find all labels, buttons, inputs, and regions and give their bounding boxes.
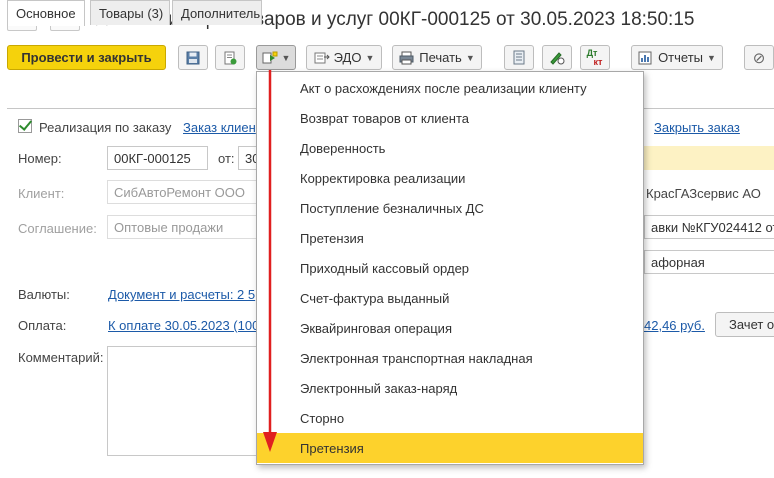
print-label: Печать xyxy=(419,50,462,65)
menu-item[interactable]: Электронная транспортная накладная xyxy=(257,343,643,373)
reports-button[interactable]: Отчеты ▼ xyxy=(631,45,723,70)
menu-item[interactable]: Возврат товаров от клиента xyxy=(257,103,643,133)
menu-item[interactable]: Доверенность xyxy=(257,133,643,163)
edit-history-button[interactable] xyxy=(542,45,572,70)
menu-item[interactable]: Акт о расхождениях после реализации клие… xyxy=(257,73,643,103)
post-button[interactable] xyxy=(215,45,245,70)
print-button[interactable]: Печать ▼ xyxy=(392,45,482,70)
edo-icon xyxy=(314,52,330,63)
post-and-close-button[interactable]: Провести и закрыть xyxy=(7,45,166,70)
tab-goods[interactable]: Товары (3) xyxy=(90,0,170,25)
contract-field[interactable]: авки №КГУ024412 от 1 xyxy=(644,215,774,239)
payment-label: Оплата: xyxy=(18,318,67,333)
menu-item[interactable]: Корректировка реализации xyxy=(257,163,643,193)
post-document-icon xyxy=(224,51,237,64)
client-field[interactable]: СибАвтоРемонт ООО xyxy=(107,180,262,204)
currency-link[interactable]: Документ и расчеты: 2 5 xyxy=(108,287,255,302)
menu-item[interactable]: Претензия xyxy=(257,223,643,253)
create-based-on-icon xyxy=(262,51,278,63)
agreement-label: Соглашение: xyxy=(18,221,97,236)
create-based-on-menu: Акт о расхождениях после реализации клие… xyxy=(256,71,644,465)
document-list-icon xyxy=(513,50,525,65)
comment-field[interactable] xyxy=(107,346,262,456)
offset-button[interactable]: Зачет о xyxy=(715,312,774,337)
menu-item[interactable]: Электронный заказ-наряд xyxy=(257,373,643,403)
by-order-label: Реализация по заказу xyxy=(39,120,172,135)
offset-label: Зачет о xyxy=(729,317,774,332)
tab-additional[interactable]: Дополнитель xyxy=(172,0,262,25)
post-and-close-label: Провести и закрыть xyxy=(21,50,152,65)
menu-item[interactable]: Сторно xyxy=(257,403,643,433)
warehouse-field[interactable]: афорная xyxy=(644,250,774,274)
attach-file-button[interactable]: ⊘ xyxy=(744,45,774,70)
tab-main-label: Основное xyxy=(16,6,76,21)
agreement-field[interactable]: Оптовые продажи xyxy=(107,215,262,239)
pen-clock-icon xyxy=(550,52,565,65)
paperclip-icon: ⊘ xyxy=(752,49,766,67)
edo-button[interactable]: ЭДО ▼ xyxy=(306,45,382,70)
kt-label: кт xyxy=(593,56,603,67)
document-list-button[interactable] xyxy=(504,45,534,70)
comment-label: Комментарий: xyxy=(18,350,104,365)
chevron-down-icon: ▼ xyxy=(707,52,716,63)
close-order-link[interactable]: Закрыть заказ xyxy=(654,120,740,135)
chevron-down-icon: ▼ xyxy=(365,52,375,63)
menu-item-selected[interactable]: Претензия xyxy=(257,433,643,463)
status-highlight xyxy=(644,146,774,170)
currency-label: Валюты: xyxy=(18,287,70,302)
payment-link[interactable]: К оплате 30.05.2023 (100 xyxy=(108,318,259,333)
chevron-down-icon: ▼ xyxy=(281,52,291,63)
menu-item[interactable]: Эквайринговая операция xyxy=(257,313,643,343)
menu-item[interactable]: Счет-фактура выданный xyxy=(257,283,643,313)
number-label: Номер: xyxy=(18,151,62,166)
printer-icon xyxy=(399,51,414,64)
payment-amount-link[interactable]: 42,46 руб. xyxy=(644,318,705,333)
edo-label: ЭДО xyxy=(333,50,362,65)
dt-kt-button[interactable]: Дт кт xyxy=(580,45,610,70)
report-icon xyxy=(638,51,652,64)
menu-item[interactable]: Приходный кассовый ордер xyxy=(257,253,643,283)
tab-main[interactable]: Основное xyxy=(7,0,85,26)
reports-label: Отчеты xyxy=(658,50,703,65)
create-based-on-button[interactable]: ▼ xyxy=(256,45,296,70)
number-field[interactable]: 00КГ-000125 xyxy=(107,146,208,170)
tab-goods-label: Товары (3) xyxy=(99,6,164,21)
save-button[interactable] xyxy=(178,45,208,70)
organization-value: КрасГАЗсервис АО xyxy=(646,186,761,201)
floppy-disk-icon xyxy=(186,51,200,64)
client-label: Клиент: xyxy=(18,186,65,201)
date-label: от: xyxy=(218,151,235,166)
client-order-link[interactable]: Заказ клиен xyxy=(183,120,256,135)
menu-item[interactable]: Поступление безналичных ДС xyxy=(257,193,643,223)
tab-additional-label: Дополнитель xyxy=(181,6,261,21)
annotation-arrow xyxy=(263,70,277,452)
by-order-checkbox[interactable] xyxy=(18,119,32,133)
chevron-down-icon: ▼ xyxy=(465,52,475,63)
